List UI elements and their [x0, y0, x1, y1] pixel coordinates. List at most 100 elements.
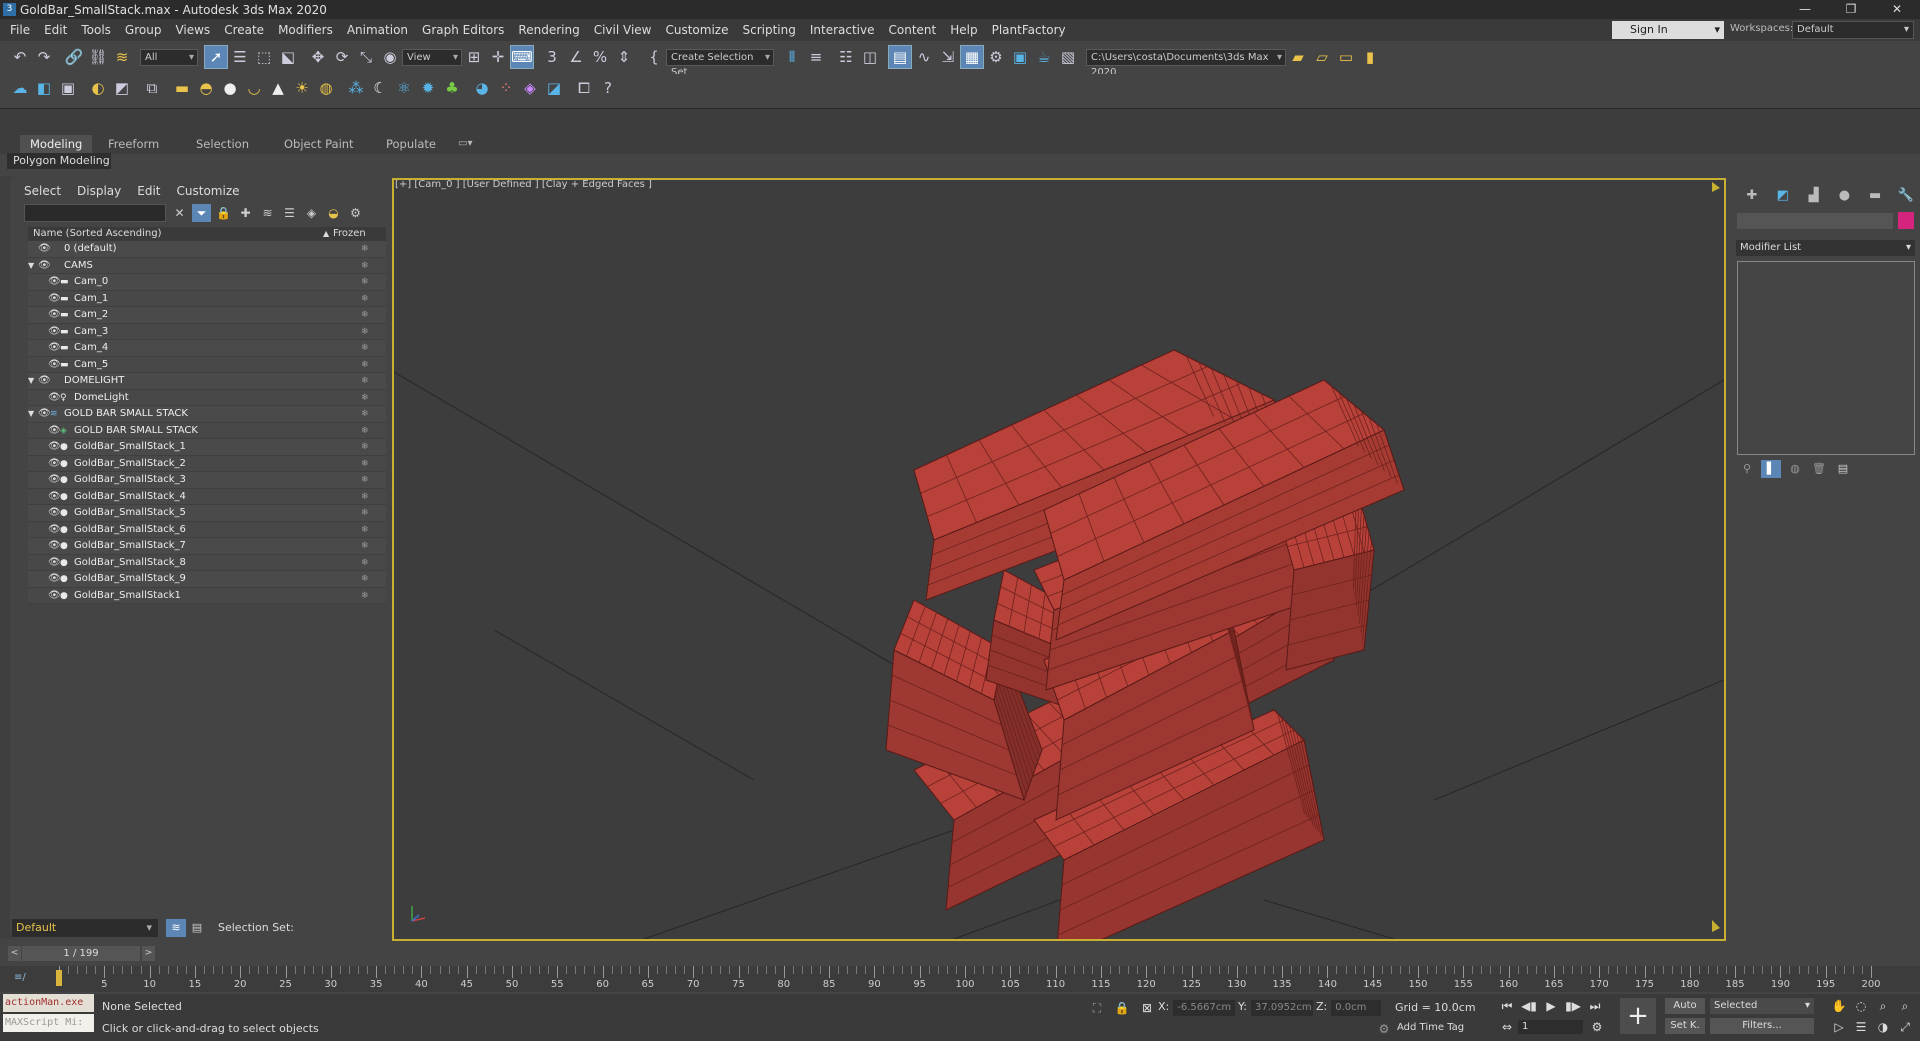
selection-filter-dropdown[interactable]: All — [140, 48, 198, 66]
lock-icon[interactable]: 🔒 — [214, 204, 233, 222]
ribbon-tab-object-paint[interactable]: Object Paint — [284, 135, 354, 153]
visibility-eye-icon[interactable]: 👁 — [48, 538, 61, 555]
gear-blue-icon[interactable]: ✹ — [416, 76, 440, 100]
tree-row[interactable]: 👁 ▬ Cam_0 ❄ — [28, 274, 386, 291]
make-unique-icon[interactable]: ◍ — [1785, 460, 1805, 478]
curve-editor-icon[interactable]: ∿ — [912, 45, 936, 69]
project-folder-dropdown[interactable]: C:\Users\costa\Documents\3ds Max 2020 — [1086, 48, 1286, 78]
layer-explorer-toggle-icon[interactable]: ≋ — [166, 919, 186, 937]
maximize-icon[interactable]: ❐ — [1828, 0, 1874, 19]
visibility-eye-icon[interactable]: 👁 — [48, 588, 61, 605]
maxscript-listener-line1[interactable]: actionMan.exe — [3, 994, 94, 1012]
app-icon[interactable]: 3 — [3, 3, 16, 16]
visibility-eye-icon[interactable]: 👁 — [48, 489, 61, 506]
isolate-selection-icon[interactable]: ⛶ — [1088, 999, 1106, 1017]
play-icon[interactable]: ▶ — [1542, 997, 1560, 1015]
frozen-icon[interactable]: ❄ — [361, 357, 369, 374]
walk-through-icon[interactable]: ☰ — [1852, 1018, 1870, 1036]
menu-plantfactory[interactable]: PlantFactory — [985, 23, 1073, 37]
menu-animation[interactable]: Animation — [340, 23, 415, 37]
edit-named-selection-icon[interactable]: { — [642, 45, 666, 69]
camera-icon[interactable]: ◪ — [542, 76, 566, 100]
key-filters-button[interactable]: Filters... — [1710, 1018, 1814, 1034]
render-iterative-icon[interactable]: ▧ — [1056, 45, 1080, 69]
image-icon[interactable]: ▣ — [56, 76, 80, 100]
configure-modifier-sets-icon[interactable]: ▤ — [1833, 460, 1853, 478]
undo-icon[interactable]: ↶ — [8, 45, 32, 69]
rendered-frame-window-icon[interactable]: ▣ — [1008, 45, 1032, 69]
angle-snap-icon[interactable]: ∠ — [564, 45, 588, 69]
moon-icon[interactable]: ☾ — [368, 76, 392, 100]
set-project-icon[interactable]: ▱ — [1310, 45, 1334, 69]
visibility-eye-icon[interactable]: 👁 — [48, 439, 61, 456]
project-settings-icon[interactable]: ▮ — [1358, 45, 1382, 69]
visibility-eye-icon[interactable]: 👁 — [38, 373, 51, 390]
frozen-icon[interactable]: ❄ — [361, 406, 369, 423]
keyboard-shortcut-override-icon[interactable]: ⌨ — [510, 45, 534, 69]
scale-icon[interactable]: ⤡ — [354, 45, 378, 69]
tree-row[interactable]: 👁 ◈ GOLD BAR SMALL STACK ❄ — [28, 422, 386, 439]
light-bulb-icon[interactable]: ◒ — [324, 204, 343, 222]
tree-row[interactable]: 👁 ● GoldBar_SmallStack_3 ❄ — [28, 472, 386, 489]
move-icon[interactable]: ✥ — [306, 45, 330, 69]
modifier-stack[interactable] — [1737, 261, 1915, 455]
selection-set-icon[interactable]: ▤ — [190, 919, 204, 937]
menu-rendering[interactable]: Rendering — [511, 23, 586, 37]
scene-explorer-icon[interactable]: ☷ — [834, 45, 858, 69]
schematic-view-icon[interactable]: ⇲ — [936, 45, 960, 69]
open-project-icon[interactable]: ▰ — [1286, 45, 1310, 69]
object-name-field[interactable] — [1737, 213, 1893, 229]
frozen-icon[interactable]: ❄ — [361, 522, 369, 539]
dome-icon[interactable]: ◓ — [194, 76, 218, 100]
menu-tools[interactable]: Tools — [74, 23, 118, 37]
orbit-icon[interactable]: ◌ — [1852, 997, 1870, 1015]
mesh-tools-icon[interactable]: ⧉ — [140, 76, 164, 100]
pivot-center-icon[interactable]: ⊞ — [462, 45, 486, 69]
fov-icon[interactable]: ▷ — [1830, 1018, 1848, 1036]
tree-row[interactable]: 👁 ● GoldBar_SmallStack_4 ❄ — [28, 488, 386, 506]
key-mode-icon[interactable]: ⇔ — [1498, 1018, 1516, 1036]
column-frozen[interactable]: Frozen — [333, 227, 366, 241]
ribbon-tab-selection[interactable]: Selection — [196, 135, 249, 153]
color-dots-icon[interactable]: ⁘ — [494, 76, 518, 100]
maximize-viewport-icon[interactable]: ⤢ — [1896, 1018, 1914, 1036]
z-value[interactable]: 0.0cm — [1331, 1000, 1382, 1016]
hierarchy-tab-icon[interactable]: ▟ — [1803, 186, 1825, 206]
menu-group[interactable]: Group — [118, 23, 169, 37]
menu-create[interactable]: Create — [217, 23, 271, 37]
visibility-eye-icon[interactable]: 👁 — [48, 291, 61, 308]
zoom-icon[interactable]: ⌕ — [1874, 997, 1892, 1015]
explorer-menu-edit[interactable]: Edit — [137, 184, 160, 198]
placement-icon[interactable]: ◉ — [378, 45, 402, 69]
frozen-icon[interactable]: ❄ — [361, 571, 369, 588]
visibility-eye-icon[interactable]: 👁 — [48, 340, 61, 357]
render-setup-icon[interactable]: ⚙ — [984, 45, 1008, 69]
current-layer-dropdown[interactable]: Default — [12, 919, 158, 937]
menu-interactive[interactable]: Interactive — [803, 23, 882, 37]
select-by-name-icon[interactable]: ☰ — [228, 45, 252, 69]
visibility-eye-icon[interactable]: 👁 — [48, 324, 61, 341]
mirror-icon[interactable]: ⫴ — [780, 45, 804, 69]
y-value[interactable]: 37.0952cm — [1250, 1000, 1313, 1016]
create-project-icon[interactable]: ▭ — [1334, 45, 1358, 69]
layer-explorer-icon[interactable]: ◫ — [858, 45, 882, 69]
track-bar-icon[interactable]: ≡/ — [14, 972, 26, 983]
explorer-menu-select[interactable]: Select — [24, 184, 61, 198]
tree-row[interactable]: 👁 ▬ Cam_5 ❄ — [28, 356, 386, 374]
current-frame-field[interactable]: 1 — [1518, 1020, 1583, 1034]
explorer-search-input[interactable] — [24, 204, 166, 222]
frozen-icon[interactable]: ❄ — [361, 307, 369, 324]
copy-icon[interactable]: ⧠ — [572, 76, 596, 100]
clear-filter-icon[interactable]: ✕ — [170, 204, 189, 222]
snaps-toggle-icon[interactable]: 3 — [540, 45, 564, 69]
modifier-list-dropdown[interactable]: Modifier List — [1736, 240, 1915, 256]
frozen-icon[interactable]: ❄ — [361, 489, 369, 506]
menu-scripting[interactable]: Scripting — [735, 23, 802, 37]
toggle-ribbon-icon[interactable]: ▤ — [888, 45, 912, 69]
layers-icon[interactable]: ◈ — [302, 204, 321, 222]
goto-start-icon[interactable]: ⏮ — [1498, 997, 1516, 1015]
frozen-icon[interactable]: ❄ — [361, 456, 369, 473]
frozen-icon[interactable]: ❄ — [361, 505, 369, 522]
menu-help[interactable]: Help — [943, 23, 984, 37]
sign-in-dropdown[interactable]: Sign In — [1612, 21, 1724, 39]
